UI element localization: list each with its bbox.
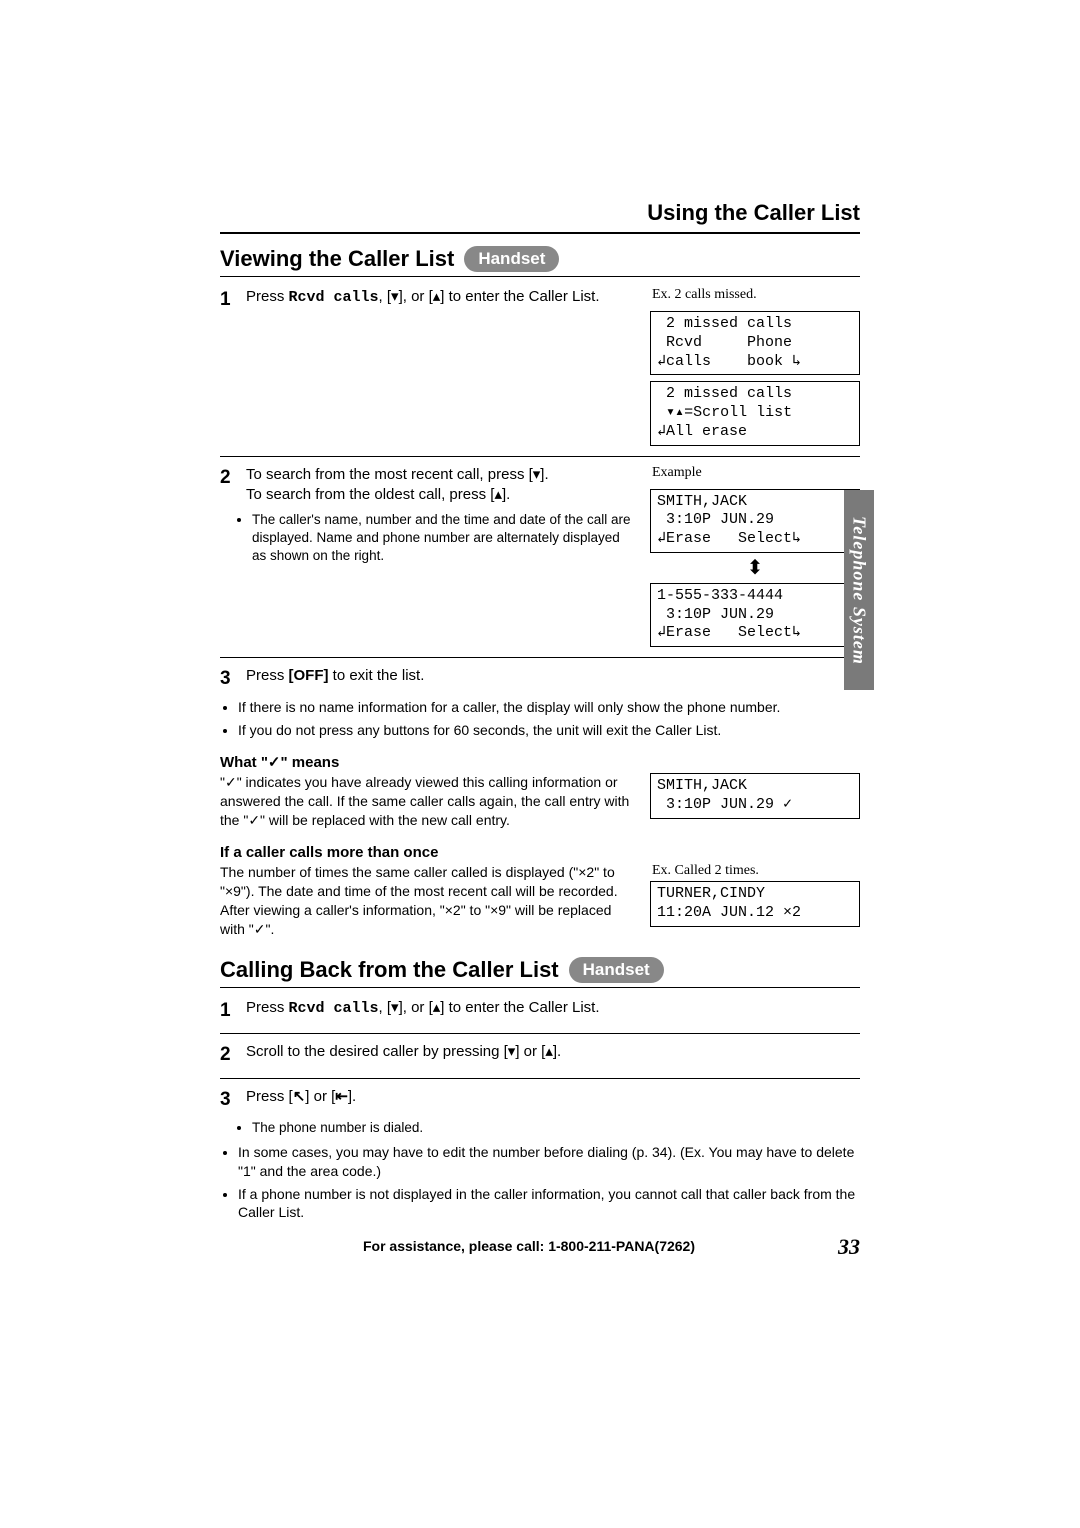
step-2: 2 To search from the most recent call, p…: [220, 465, 860, 648]
key-off: [OFF]: [289, 667, 329, 684]
page-number: 33: [838, 1234, 860, 1260]
list-item: If a phone number is not displayed in th…: [238, 1185, 860, 1223]
handset-badge: Handset: [464, 246, 559, 272]
step-3: 3 Press [OFF] to exit the list.: [220, 666, 860, 692]
text: To search from the most recent call, pre…: [246, 466, 549, 483]
step-number: 1: [220, 287, 240, 313]
rule: [220, 1033, 860, 1034]
text: Press: [246, 667, 289, 684]
step-number: 2: [220, 1042, 240, 1068]
step-text: Press Rcvd calls, [▾], or [▴] to enter t…: [246, 287, 600, 313]
step-number: 2: [220, 465, 240, 506]
step-number: 3: [220, 666, 240, 692]
section-title: Calling Back from the Caller List: [220, 957, 559, 983]
rule: [220, 232, 860, 234]
section-heading-row: Viewing the Caller List Handset: [220, 246, 860, 272]
step-text: To search from the most recent call, pre…: [246, 465, 549, 506]
section-title: Viewing the Caller List: [220, 246, 454, 272]
subsection-head: If a caller calls more than once: [220, 844, 860, 861]
side-tab: Telephone System: [844, 490, 874, 690]
lcd-screen: TURNER,CINDY 11:20A JUN.12 ×2: [650, 881, 860, 927]
step-text: Press [↖] or [⇤].: [246, 1087, 356, 1113]
text: Press [: [246, 1088, 293, 1105]
lcd-screen: 2 missed calls Rcvd Phone ↲calls book ↳: [650, 311, 860, 375]
key-rcvd-calls: Rcvd calls: [289, 289, 379, 306]
rule: [220, 657, 860, 658]
lcd-screen: SMITH,JACK 3:10P JUN.29 ↲Erase Select↳: [650, 489, 860, 553]
rule: [220, 987, 860, 988]
text: "✓" indicates you have already viewed th…: [220, 773, 634, 830]
step-text: Scroll to the desired caller by pressing…: [246, 1042, 561, 1068]
lcd-screen: SMITH,JACK 3:10P JUN.29 ✓: [650, 773, 860, 819]
text: Press: [246, 288, 289, 305]
talk-icon: ↖: [293, 1088, 306, 1105]
rule: [220, 276, 860, 277]
section-heading-row: Calling Back from the Caller List Handse…: [220, 957, 860, 983]
text: ] or [: [305, 1088, 335, 1105]
text: The number of times the same caller call…: [220, 863, 634, 939]
bullet-list: If there is no name information for a ca…: [220, 698, 860, 740]
list-item: The phone number is dialed.: [252, 1119, 860, 1137]
text: , [▾], or [▴] to enter the Caller List.: [379, 288, 600, 305]
subsection-body: The number of times the same caller call…: [220, 863, 860, 939]
subsection-body: "✓" indicates you have already viewed th…: [220, 773, 860, 830]
list-item: If you do not press any buttons for 60 s…: [238, 721, 860, 740]
handset-badge: Handset: [569, 957, 664, 983]
lcd-caption: Ex. 2 calls missed.: [652, 287, 757, 303]
text: , [▾], or [▴] to enter the Caller List.: [379, 999, 600, 1016]
text: To search from the oldest call, press [▴…: [246, 486, 510, 503]
page-title: Using the Caller List: [220, 200, 860, 226]
step-1: 1 Press Rcvd calls, [▾], or [▴] to enter…: [220, 287, 860, 446]
subsection-head: What "✓" means: [220, 753, 860, 771]
rule: [220, 456, 860, 457]
text: Press: [246, 999, 289, 1016]
list-item: The caller's name, number and the time a…: [252, 511, 634, 566]
key-rcvd-calls: Rcvd calls: [289, 1000, 379, 1017]
step-text: Press Rcvd calls, [▾], or [▴] to enter t…: [246, 998, 600, 1024]
step-number: 3: [220, 1087, 240, 1113]
footer: For assistance, please call: 1-800-211-P…: [220, 1238, 860, 1254]
list-item: In some cases, you may have to edit the …: [238, 1143, 860, 1181]
page-content: Using the Caller List Viewing the Caller…: [220, 200, 860, 1254]
bullet-list: In some cases, you may have to edit the …: [220, 1143, 860, 1223]
text: ].: [348, 1088, 356, 1105]
lcd-screen: 2 missed calls ▾▴=Scroll list ↲All erase: [650, 381, 860, 445]
footer-text: For assistance, please call: 1-800-211-P…: [363, 1238, 695, 1254]
speaker-icon: ⇤: [335, 1088, 348, 1105]
rule: [220, 1078, 860, 1079]
list-item: If there is no name information for a ca…: [238, 698, 860, 717]
text: to exit the list.: [329, 667, 425, 684]
lcd-screen: 1-555-333-4444 3:10P JUN.29 ↲Erase Selec…: [650, 583, 860, 647]
step-1: 1 Press Rcvd calls, [▾], or [▴] to enter…: [220, 998, 860, 1024]
step-2: 2 Scroll to the desired caller by pressi…: [220, 1042, 860, 1068]
lcd-caption: Example: [652, 465, 702, 481]
step-text: Press [OFF] to exit the list.: [246, 666, 424, 692]
bullet-list: The phone number is dialed.: [220, 1119, 860, 1137]
updown-arrow-icon: ⬍: [650, 559, 860, 577]
step-3: 3 Press [↖] or [⇤]. The phone number is …: [220, 1087, 860, 1137]
bullet-list: The caller's name, number and the time a…: [220, 511, 634, 566]
step-number: 1: [220, 998, 240, 1024]
lcd-caption: Ex. Called 2 times.: [652, 863, 860, 879]
